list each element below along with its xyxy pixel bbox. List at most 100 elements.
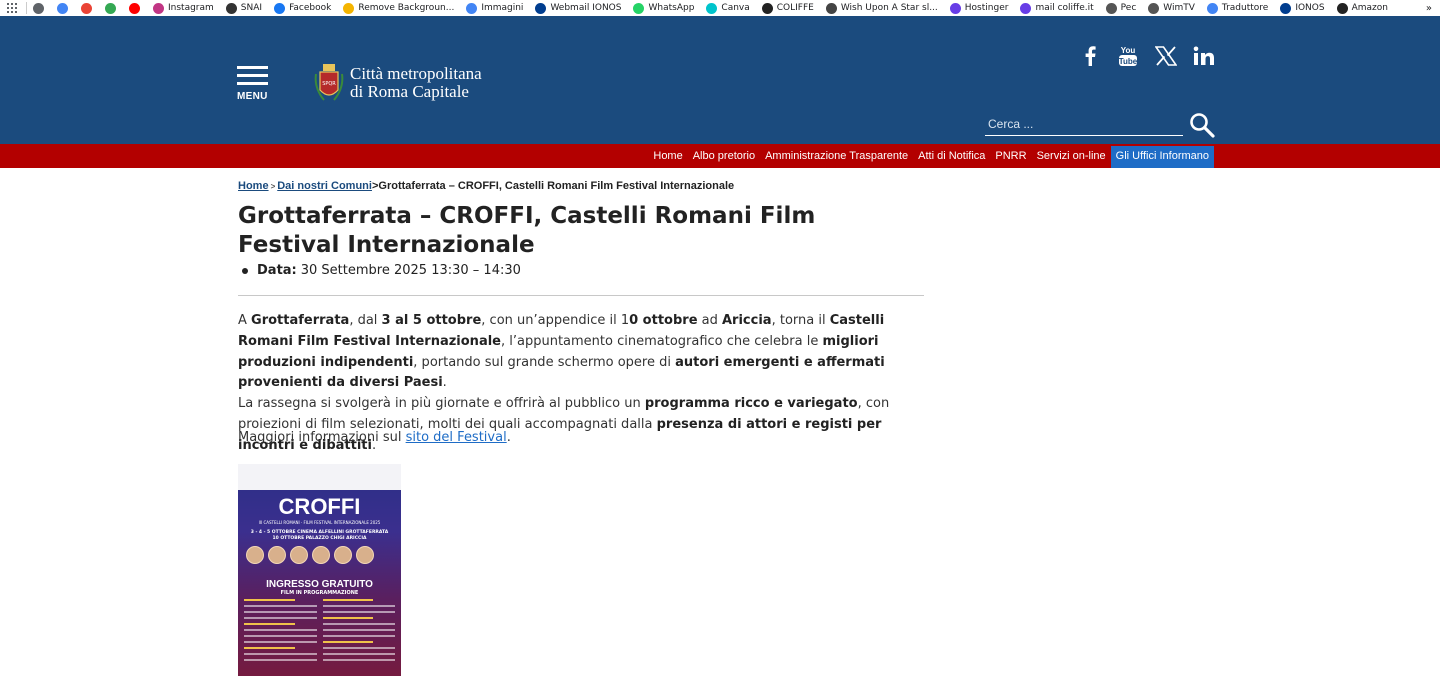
breadcrumb-home-link[interactable]: Home (238, 180, 269, 192)
bookmark-item[interactable]: COLIFFE (761, 2, 814, 14)
bookmark-label: Webmail IONOS (550, 3, 622, 13)
text: , l’appuntamento cinematografico che cel… (500, 333, 823, 349)
bookmark-item[interactable]: Amazon (1336, 2, 1388, 14)
bookmark-item[interactable]: Pec (1105, 2, 1136, 14)
hostinger-icon (949, 2, 961, 14)
guest-photo (334, 546, 352, 564)
bookmark-item[interactable]: WhatsApp (633, 2, 694, 14)
menu-button[interactable]: MENU (237, 66, 269, 102)
instagram-icon (153, 2, 164, 14)
guest-photo (312, 546, 330, 564)
search-icon[interactable] (1189, 112, 1215, 138)
bookmark-item[interactable]: Immagini (466, 2, 524, 14)
bookmark-label: Amazon (1351, 3, 1388, 13)
festival-site-link[interactable]: sito del Festival (406, 430, 507, 445)
ionos-icon (535, 2, 547, 14)
guest-photo (290, 546, 308, 564)
bookmark-label: Traduttore (1221, 3, 1269, 13)
bookmark-label: WimTV (1163, 3, 1195, 13)
nav-item[interactable]: Amministrazione Trasparente (760, 146, 913, 168)
bookmark-list: Instagram SNAI Facebook Remove Backgroun...… (33, 2, 1400, 14)
bookmark-item[interactable]: Hostinger (949, 2, 1008, 14)
event-date: Data: 30 Settembre 2025 13:30 – 14:30 (242, 263, 521, 278)
logo-line-2: di Roma Capitale (350, 82, 469, 101)
bold-text: Ariccia (722, 313, 772, 328)
canva-icon (706, 2, 718, 14)
poster-dates-line-2: 10 OTTOBRE PALAZZO CHIGI ARICCIA (272, 536, 367, 541)
nav-item[interactable]: Atti di Notifica (913, 146, 990, 168)
poster-schedule-col (244, 599, 317, 665)
bookmark-label: Instagram (168, 3, 214, 13)
coliffe-icon (761, 2, 773, 14)
bookmark-item[interactable] (129, 2, 144, 14)
bookmark-item[interactable]: Instagram (153, 2, 214, 14)
breadcrumb-separator: > (270, 182, 276, 191)
breadcrumb: Home > Dai nostri Comuni>Grottaferrata – C… (238, 180, 734, 192)
search-input[interactable] (985, 112, 1183, 136)
bookmark-item[interactable] (81, 2, 96, 14)
facebook-icon (274, 2, 286, 14)
bookmark-item[interactable] (57, 2, 72, 14)
hamburger-icon (237, 66, 268, 69)
nav-list: Home Albo pretorio Amministrazione Traspar… (648, 146, 1214, 168)
text: ad (697, 313, 722, 328)
youtube-icon (129, 2, 140, 14)
bookmark-item[interactable]: Remove Backgroun... (343, 2, 455, 14)
top-navigation: Home Albo pretorio Amministrazione Traspar… (0, 144, 1440, 168)
coat-of-arms-icon: SPQR (314, 64, 344, 101)
bookmark-label: Immagini (481, 3, 524, 13)
wish-icon (825, 2, 837, 14)
bookmark-item[interactable] (105, 2, 120, 14)
google-icon (57, 2, 68, 14)
bookmark-item[interactable]: IONOS (1280, 2, 1325, 14)
paragraph-1: A Grottaferrata, dal 3 al 5 ottobre, con… (238, 311, 928, 394)
bullet-icon (242, 267, 248, 274)
divider (238, 295, 924, 296)
guest-photo (246, 546, 264, 564)
text: , portando sul grande schermo opere di (413, 354, 676, 370)
nav-item[interactable]: Home (648, 146, 687, 168)
bookmark-item[interactable]: Wish Upon A Star sl... (825, 2, 938, 14)
site-logo[interactable]: SPQR Città metropolitana di Roma Capital… (314, 58, 482, 108)
bookmark-item[interactable]: SNAI (225, 2, 262, 14)
svg-text:You: You (1121, 46, 1136, 55)
ionos-icon (1280, 2, 1292, 14)
youtube-icon[interactable]: You Tube (1116, 44, 1140, 68)
search-box (985, 112, 1215, 138)
nav-item[interactable]: PNRR (990, 146, 1031, 168)
bookmark-label: Facebook (289, 3, 332, 13)
linkedin-icon[interactable] (1192, 44, 1216, 68)
bookmark-label: mail coliffe.it (1035, 3, 1094, 13)
bookmark-item[interactable]: WimTV (1148, 2, 1195, 14)
google-icon (466, 2, 478, 14)
nav-item[interactable]: Servizi on-line (1032, 146, 1111, 168)
bookmarks-overflow-button[interactable]: » (1426, 3, 1432, 14)
bold-text: 3 al 5 ottobre (381, 313, 482, 328)
paragraph-2: La rassegna si svolgerà in più giornate … (238, 394, 928, 456)
nav-item[interactable]: Albo pretorio (688, 146, 760, 168)
hamburger-icon-bar (237, 74, 268, 77)
guest-photo (356, 546, 374, 564)
text: . (442, 375, 447, 391)
hostinger-icon (1020, 2, 1032, 14)
bookmark-item[interactable]: Webmail IONOS (535, 2, 622, 14)
bookmark-label: IONOS (1295, 3, 1325, 13)
menu-label: MENU (237, 91, 268, 102)
more-info: Maggiori informazioni sul sito del Festi… (238, 430, 511, 445)
apps-grid-icon[interactable] (0, 3, 24, 13)
bookmark-item[interactable]: Facebook (274, 2, 332, 14)
whatsapp-icon (633, 2, 645, 14)
bookmark-item[interactable]: mail coliffe.it (1020, 2, 1094, 14)
bookmark-item[interactable]: Traduttore (1206, 2, 1269, 14)
festival-poster-image[interactable]: CROFFI III CASTELLI ROMANI · FILM FESTIV… (238, 464, 401, 690)
nav-item[interactable]: Gli Uffici Informano (1110, 146, 1214, 168)
bookmark-item[interactable]: Canva (706, 2, 750, 14)
bookmark-label: Remove Backgroun... (358, 3, 455, 13)
poster-program: FILM IN PROGRAMMAZIONE (280, 590, 359, 596)
breadcrumb-current: Grottaferrata – CROFFI, Castelli Romani … (378, 180, 735, 192)
pec-icon (1105, 2, 1117, 14)
facebook-icon[interactable] (1078, 44, 1102, 68)
bookmark-item[interactable] (33, 2, 48, 14)
breadcrumb-section-link[interactable]: Dai nostri Comuni (277, 180, 372, 192)
x-icon[interactable] (1154, 44, 1178, 68)
